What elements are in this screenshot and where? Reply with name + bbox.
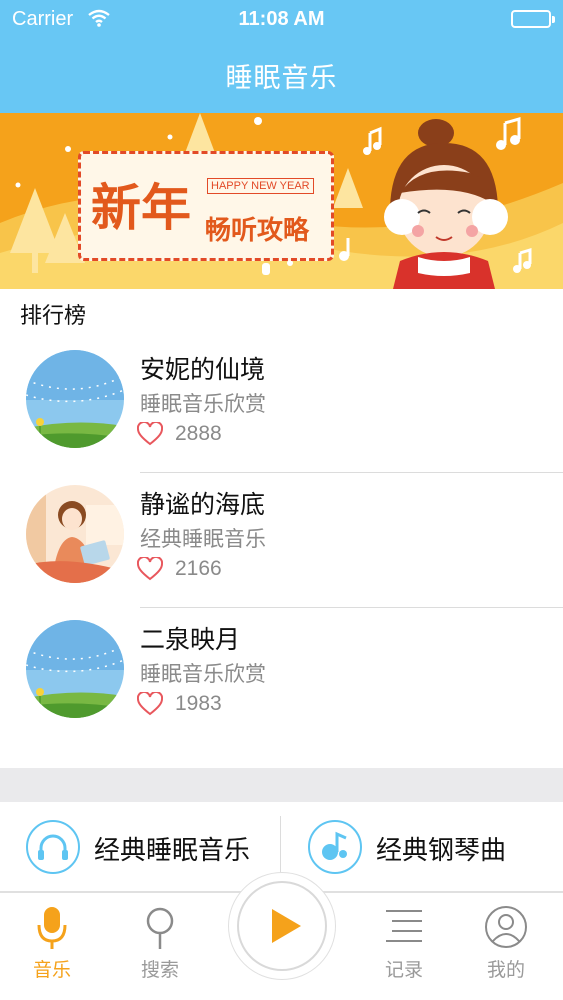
user-icon xyxy=(484,903,528,953)
track-name: 静谧的海底 xyxy=(140,490,266,519)
track-subtitle: 睡眠音乐欣赏 xyxy=(140,662,266,686)
ranking-item[interactable]: 安妮的仙境 睡眠音乐欣赏 2888 xyxy=(0,338,563,473)
tab-label: 搜索 xyxy=(140,959,179,981)
play-button-frame xyxy=(228,872,336,980)
banner-subline: 畅听攻略 xyxy=(205,216,310,246)
like-count: 2166 xyxy=(175,557,222,580)
heart-icon[interactable] xyxy=(136,555,164,581)
ranking-item[interactable]: 二泉映月 睡眠音乐欣赏 1983 xyxy=(0,608,563,743)
status-bar: Carrier 11:08 AM xyxy=(0,0,563,40)
heart-icon[interactable] xyxy=(136,420,164,446)
album-cover xyxy=(26,350,124,448)
music-note-icon xyxy=(308,820,362,874)
microphone-icon xyxy=(30,903,74,953)
banner-headline: 新年 xyxy=(91,178,191,237)
header: Carrier 11:08 AM 睡眠音乐 xyxy=(0,0,563,113)
banner-title-card: 新年 HAPPY NEW YEAR 畅听攻略 xyxy=(78,151,334,261)
clock: 11:08 AM xyxy=(238,8,325,30)
section-gap xyxy=(0,768,563,802)
battery-icon xyxy=(511,10,555,28)
list-icon xyxy=(382,903,426,953)
like-count: 1983 xyxy=(175,692,222,715)
page-title: 睡眠音乐 xyxy=(225,63,338,94)
ranking-title: 排行榜 xyxy=(20,304,87,329)
tab-label: 记录 xyxy=(384,959,423,981)
tab-label: 音乐 xyxy=(32,959,71,981)
album-cover xyxy=(26,620,124,718)
track-subtitle: 经典睡眠音乐 xyxy=(140,527,266,551)
tab-profile[interactable]: 我的 xyxy=(466,903,546,993)
divider xyxy=(280,816,281,876)
play-button[interactable] xyxy=(237,881,327,971)
tab-history[interactable]: 记录 xyxy=(364,903,444,993)
track-name: 二泉映月 xyxy=(140,625,241,654)
promo-banner[interactable]: 新年 HAPPY NEW YEAR 畅听攻略 xyxy=(0,113,563,289)
category-classic-piano[interactable]: 经典钢琴曲 xyxy=(282,802,563,892)
search-icon xyxy=(138,903,182,953)
track-subtitle: 睡眠音乐欣赏 xyxy=(140,392,266,416)
category-classic-sleep[interactable]: 经典睡眠音乐 xyxy=(0,802,281,892)
category-label: 经典钢琴曲 xyxy=(376,836,507,866)
track-name: 安妮的仙境 xyxy=(140,355,266,384)
tab-music[interactable]: 音乐 xyxy=(12,903,92,993)
category-label: 经典睡眠音乐 xyxy=(94,836,251,866)
tab-label: 我的 xyxy=(486,959,525,981)
ranking-item[interactable]: 静谧的海底 经典睡眠音乐 2166 xyxy=(0,473,563,608)
banner-tag: HAPPY NEW YEAR xyxy=(207,178,314,194)
like-count: 2888 xyxy=(175,422,222,445)
tab-search[interactable]: 搜索 xyxy=(120,903,200,993)
album-cover xyxy=(26,485,124,583)
headphones-icon xyxy=(26,820,80,874)
heart-icon[interactable] xyxy=(136,690,164,716)
